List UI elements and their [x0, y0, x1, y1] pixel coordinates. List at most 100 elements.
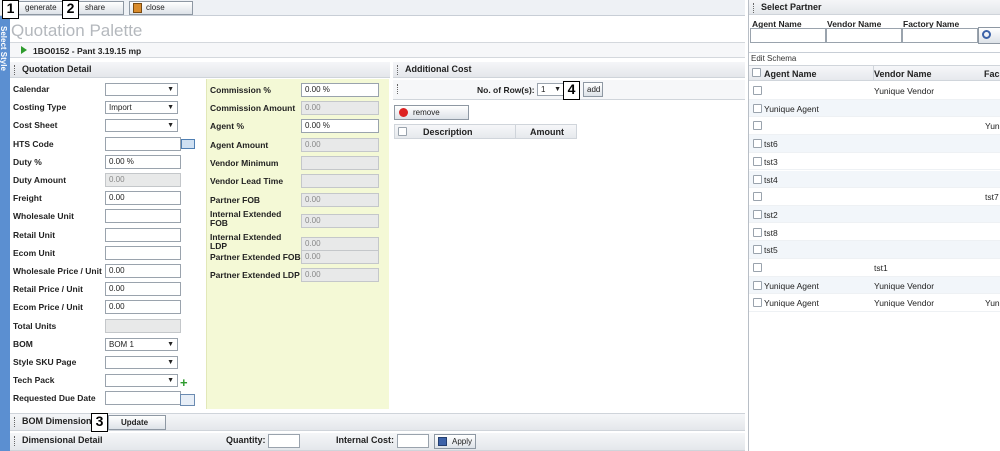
field-label: Ecom Unit — [13, 247, 56, 258]
internal-cost-input[interactable] — [397, 434, 429, 448]
plus-icon[interactable]: + — [180, 376, 188, 389]
partner-row-checkbox[interactable] — [753, 121, 762, 131]
field-input[interactable]: 0.00 — [105, 264, 181, 278]
grip-icon[interactable] — [14, 416, 16, 427]
bom-dimensions-header: BOM Dimensions Update — [10, 413, 745, 431]
field-value: Import — [109, 103, 132, 113]
grip-icon[interactable] — [397, 64, 399, 75]
dimensional-detail-title: Dimensional Detail — [22, 435, 103, 445]
add-row-button[interactable]: add — [583, 82, 603, 97]
field-input[interactable]: 0.00 — [105, 191, 181, 206]
partner-row-checkbox[interactable] — [753, 245, 762, 255]
field-input[interactable] — [105, 136, 181, 151]
field-input[interactable] — [105, 391, 181, 406]
partner-factory-cell: Yun — [985, 298, 1000, 309]
partner-row[interactable]: tst6 — [749, 135, 1000, 153]
field-select[interactable]: Import — [105, 101, 178, 115]
calendar-icon[interactable] — [180, 394, 195, 406]
select-all-checkbox[interactable] — [398, 127, 407, 136]
field-label: Partner Extended FOB — [210, 252, 301, 262]
partner-row-checkbox[interactable] — [753, 139, 762, 149]
field-value: 0.00 — [305, 252, 321, 261]
partner-row-checkbox[interactable] — [753, 86, 762, 95]
field-value: 0.00 — [305, 216, 321, 225]
partner-grid-header: Agent Name Vendor Name Fac — [749, 65, 1000, 81]
partner-vendor-cell: Yunique Vendor — [874, 86, 935, 96]
partner-row-checkbox[interactable] — [753, 209, 762, 219]
partner-row[interactable]: Yunique Agent Yunique Vendor — [749, 276, 1000, 295]
rows-select[interactable]: 1 — [537, 83, 565, 96]
field-value: 0.00 — [109, 284, 125, 294]
select-partner-title: Select Partner — [761, 2, 822, 12]
grip-icon[interactable] — [14, 435, 16, 446]
partner-row[interactable]: Yunique Agent — [749, 99, 1000, 118]
partner-row-checkbox[interactable] — [753, 156, 762, 166]
vendor-name-search-input[interactable] — [826, 28, 902, 43]
partner-row[interactable]: tst7 — [749, 188, 1000, 206]
field-input[interactable]: 0.00 % — [301, 119, 379, 133]
update-button[interactable]: Update — [108, 415, 166, 430]
field-value: 0.00 — [109, 193, 125, 203]
partner-factory-cell: Yun — [985, 121, 1000, 132]
field-readonly: 0.00 — [301, 138, 379, 152]
partner-row[interactable]: tst5 — [749, 241, 1000, 259]
partner-vendor-cell: Yunique Vendor — [874, 280, 935, 291]
close-button[interactable]: close — [129, 1, 193, 15]
field-select[interactable] — [105, 356, 178, 369]
field-input[interactable]: 0.00 — [105, 282, 181, 297]
field-input[interactable] — [105, 227, 181, 242]
column-divider — [515, 125, 516, 138]
col-amount: Amount — [530, 127, 564, 137]
callout-badge-3: 3 — [91, 413, 108, 432]
search-button[interactable] — [978, 27, 1000, 44]
lookup-icon[interactable] — [181, 139, 195, 149]
partner-row[interactable]: Yunique Agent Yunique Vendor Yun — [749, 294, 1000, 312]
field-select[interactable] — [105, 374, 178, 388]
partner-row[interactable]: tst1 — [749, 259, 1000, 277]
partner-row[interactable]: tst3 — [749, 153, 1000, 171]
quantity-input[interactable] — [268, 434, 300, 448]
col-agent-name: Agent Name — [764, 69, 817, 79]
partner-row[interactable]: tst8 — [749, 224, 1000, 242]
field-label: Retail Price / Unit — [13, 284, 83, 295]
field-input[interactable]: 0.00 — [105, 300, 181, 315]
play-icon[interactable] — [21, 46, 27, 54]
partner-row-checkbox[interactable] — [753, 280, 762, 290]
remove-icon — [399, 108, 408, 117]
agent-name-search-input[interactable] — [750, 28, 826, 43]
partner-agent-cell: Yunique Agent — [764, 298, 819, 309]
partner-row[interactable]: Yun — [749, 117, 1000, 135]
field-select[interactable]: BOM 1 — [105, 337, 178, 351]
edit-schema-link[interactable]: Edit Schema — [749, 52, 1000, 63]
field-input[interactable] — [105, 245, 181, 260]
remove-button[interactable]: remove — [394, 105, 469, 120]
field-label: HTS Code — [13, 138, 54, 149]
partner-row-checkbox[interactable] — [753, 298, 762, 308]
select-all-partners-checkbox[interactable] — [752, 68, 761, 77]
field-readonly: 0.00 — [301, 268, 379, 282]
partner-row-checkbox[interactable] — [753, 174, 762, 184]
factory-name-search-input[interactable] — [902, 28, 978, 43]
apply-button[interactable]: Apply — [434, 434, 476, 449]
partner-row-checkbox[interactable] — [753, 103, 762, 113]
partner-agent-cell: tst8 — [764, 227, 778, 238]
grip-icon[interactable] — [753, 2, 755, 13]
grip-icon[interactable] — [397, 84, 399, 94]
door-icon — [133, 3, 142, 13]
partner-row-checkbox[interactable] — [753, 192, 762, 202]
field-input[interactable]: 0.00 % — [301, 83, 379, 97]
field-input[interactable] — [105, 209, 181, 224]
select-style-tab[interactable]: Select Style — [0, 16, 10, 451]
field-select[interactable] — [105, 119, 178, 133]
partner-row-checkbox[interactable] — [753, 263, 762, 272]
field-input[interactable]: 0.00 % — [105, 154, 181, 169]
grip-icon[interactable] — [14, 64, 16, 75]
field-label: Cost Sheet — [13, 120, 58, 131]
search-icon — [982, 30, 991, 39]
partner-row[interactable]: tst4 — [749, 170, 1000, 188]
partner-row-checkbox[interactable] — [753, 227, 762, 237]
partner-row[interactable]: Yunique Vendor — [749, 82, 1000, 100]
field-select[interactable] — [105, 83, 178, 96]
partner-agent-cell: tst6 — [764, 139, 778, 150]
partner-row[interactable]: tst2 — [749, 205, 1000, 224]
